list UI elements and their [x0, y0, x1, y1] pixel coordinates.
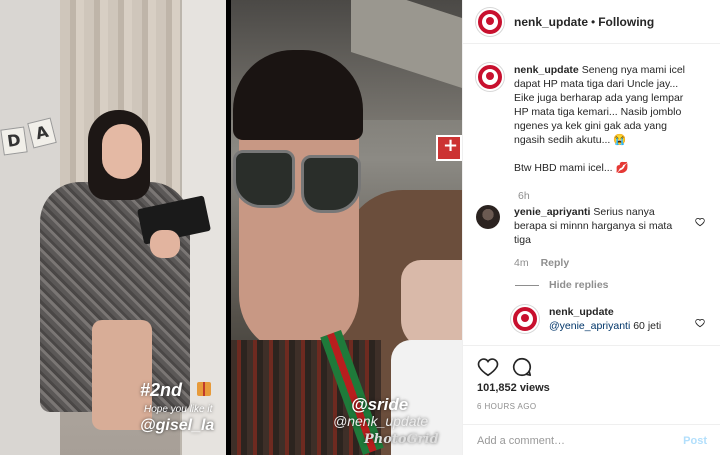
comments-list[interactable]: nenk_update Seneng nya mami icel dapat H…: [463, 45, 720, 345]
avatar-logo: [517, 311, 533, 327]
reply-body: nenk_update @yenie_apriyanti 60 jeti: [549, 305, 689, 333]
like-comment-heart-icon[interactable]: [695, 217, 705, 227]
avatar[interactable]: [476, 63, 504, 91]
woman-face: [102, 124, 142, 179]
header-separator: •: [591, 14, 596, 29]
hide-replies-button[interactable]: Hide replies: [515, 279, 609, 291]
story-tag: #2nd: [140, 380, 183, 400]
caption-body: nenk_update Seneng nya mami icel dapat H…: [514, 63, 690, 175]
comment-item: yenie_apriyanti Serius nanya berapa si m…: [463, 205, 703, 270]
reply-item: nenk_update @yenie_apriyanti 60 jeti: [463, 305, 702, 333]
add-comment-input[interactable]: [477, 434, 684, 447]
post-actions: 101,852 views 6 HOURS AGO Post: [463, 345, 720, 455]
divider: [515, 284, 539, 286]
sunglasses-lens-right: [301, 155, 361, 213]
caption: nenk_update Seneng nya mami icel dapat H…: [463, 63, 703, 175]
view-count[interactable]: 101,852 views: [477, 382, 550, 394]
post-button[interactable]: Post: [683, 435, 707, 447]
watermark-account: @nenk_update: [333, 413, 429, 429]
avatar[interactable]: [476, 7, 504, 36]
like-reply-heart-icon[interactable]: [695, 318, 705, 328]
hand: [150, 230, 180, 258]
heart-icon[interactable]: [477, 356, 499, 378]
caption-text-2: Btw HBD mami icel... 💋: [514, 162, 629, 174]
reply-text: 60 jeti: [633, 320, 662, 332]
reply-mention[interactable]: @yenie_apriyanti: [549, 320, 630, 332]
banner-letter: D: [0, 126, 28, 156]
hide-replies-label: Hide replies: [549, 279, 609, 291]
watermark-handle: @sride: [351, 395, 409, 414]
action-icons: [463, 346, 720, 378]
post-header: nenk_update • Following: [463, 0, 720, 44]
birthday-banner: D A: [0, 117, 57, 158]
comment-icon[interactable]: [511, 356, 533, 378]
reply-button[interactable]: Reply: [541, 256, 570, 270]
caption-username[interactable]: nenk_update: [514, 64, 579, 76]
post-media[interactable]: D A #2nd Hope you like it @gisel_la @sri…: [0, 0, 462, 455]
add-comment-bar: Post: [463, 424, 720, 455]
reply-username[interactable]: nenk_update: [549, 306, 614, 318]
comment-username[interactable]: yenie_apriyanti: [514, 206, 590, 218]
woman-face: [401, 260, 462, 350]
shield-sign-icon: [436, 135, 462, 161]
avatar-logo: [482, 13, 498, 30]
avatar-logo: [482, 69, 498, 85]
banner-letter: A: [27, 117, 57, 149]
avatar[interactable]: [511, 305, 539, 333]
following-button[interactable]: Following: [598, 15, 654, 29]
story-subtitle: Hope you like it: [144, 404, 213, 415]
sunglasses-lens-left: [233, 150, 295, 208]
gift-icon: [197, 382, 211, 396]
post-timestamp[interactable]: 6 HOURS AGO: [477, 402, 537, 411]
post-sidebar: nenk_update • Following nenk_update Sene…: [462, 0, 720, 455]
woman-leg: [92, 320, 152, 430]
watermark-photogrid: PhotoGrid: [364, 432, 439, 447]
avatar[interactable]: [476, 205, 500, 229]
caption-time[interactable]: 6h: [518, 190, 530, 202]
comment-body: yenie_apriyanti Serius nanya berapa si m…: [514, 205, 690, 270]
comment-meta: 4m Reply: [514, 256, 690, 270]
story-panel-left: D A #2nd Hope you like it @gisel_la: [0, 0, 226, 455]
comment-time[interactable]: 4m: [514, 256, 529, 270]
story-handle: @gisel_la: [140, 417, 215, 434]
caption-text: Seneng nya mami icel dapat HP mata tiga …: [514, 64, 685, 146]
header-username[interactable]: nenk_update: [514, 15, 588, 29]
selfie-panel-right: @sride @nenk_update PhotoGrid: [231, 0, 462, 455]
